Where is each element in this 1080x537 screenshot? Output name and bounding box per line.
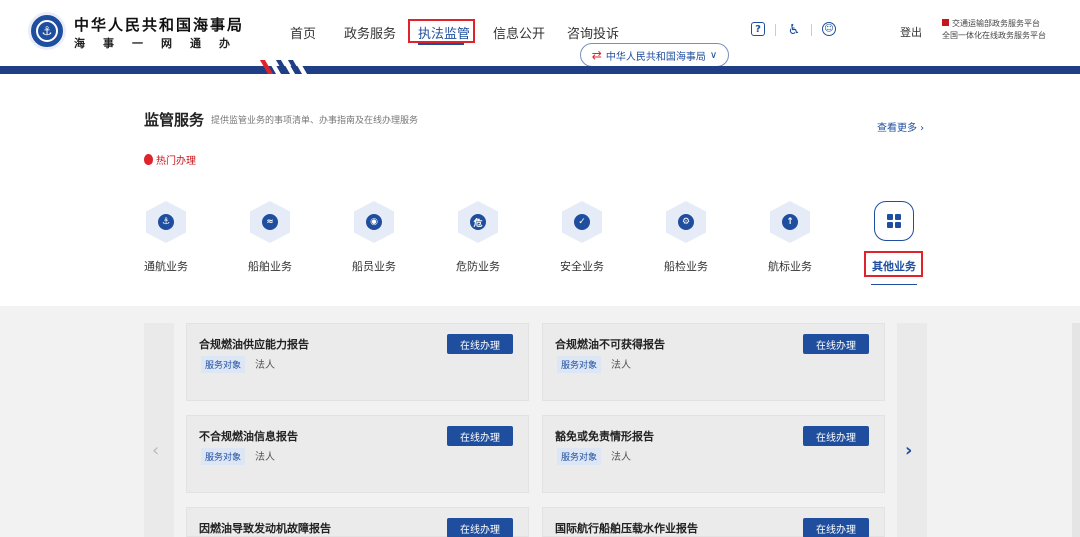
swap-icon: ⇄: [591, 48, 602, 62]
online-apply-button[interactable]: 在线办理: [803, 426, 869, 446]
card-target: 法人: [611, 360, 631, 371]
nav-consultation-complaints[interactable]: 咨询投诉: [567, 23, 619, 42]
card-title[interactable]: 不合规燃油信息报告: [199, 428, 298, 444]
grid-icon: [874, 201, 914, 241]
service-card[interactable]: 因燃油导致发动机故障报告 在线办理: [186, 507, 529, 537]
section-description: 提供监管业务的事项清单、办事指南及在线办理服务: [211, 116, 419, 126]
card-target: 法人: [611, 452, 631, 463]
divider: [811, 24, 812, 36]
service-card[interactable]: 合规燃油不可获得报告 服务对象 法人 在线办理: [542, 323, 885, 401]
flame-icon: [144, 154, 153, 165]
help-icon[interactable]: ?: [751, 22, 765, 36]
msa-logo-icon[interactable]: ⚓: [28, 12, 66, 50]
nav-home[interactable]: 首页: [290, 23, 316, 42]
platform-line-2[interactable]: 全国一体化在线政务服务平台: [942, 30, 1046, 42]
nav-highlight-box: [408, 19, 475, 43]
chevron-left-icon[interactable]: ‹: [152, 440, 159, 461]
carousel-right-panel[interactable]: [897, 323, 927, 537]
site-header: ⚓ 中华人民共和国海事局 海事一网通办 首页 政务服务 执法监管 信息公开 咨询…: [0, 0, 1080, 67]
shield-check-icon: ✓: [562, 201, 602, 243]
card-title[interactable]: 豁免或免责情形报告: [555, 428, 654, 444]
red-square-icon: [942, 19, 949, 26]
nav-government-services[interactable]: 政务服务: [344, 23, 396, 42]
ship-inspection-icon: ⚙: [666, 201, 706, 243]
card-tag: 服务对象: [201, 356, 246, 373]
category-label: 航标业务: [768, 260, 812, 273]
nav-active-underline: [418, 43, 464, 45]
category-safety[interactable]: ✓ 安全业务: [552, 201, 612, 273]
online-apply-button[interactable]: 在线办理: [803, 334, 869, 354]
category-ship[interactable]: ≈ 船舶业务: [240, 201, 300, 273]
divider: [775, 24, 776, 36]
card-title[interactable]: 因燃油导致发动机故障报告: [199, 520, 331, 536]
category-ship-inspection[interactable]: ⚙ 船检业务: [656, 201, 716, 273]
card-tag: 服务对象: [557, 356, 602, 373]
platform-line-1[interactable]: 交通运输部政务服务平台: [952, 19, 1040, 28]
nav-information-disclosure[interactable]: 信息公开: [493, 23, 545, 42]
card-tag: 服务对象: [557, 448, 602, 465]
org-selector[interactable]: ⇄ 中华人民共和国海事局 ∨: [580, 43, 729, 67]
online-apply-button[interactable]: 在线办理: [447, 334, 513, 354]
card-tag: 服务对象: [201, 448, 246, 465]
category-label: 通航业务: [144, 260, 188, 273]
category-label: 船员业务: [352, 260, 396, 273]
accessibility-icon[interactable]: ♿: [786, 22, 802, 38]
category-navigation-aids[interactable]: ↑ 航标业务: [760, 201, 820, 273]
see-more-link[interactable]: 查看更多 ›: [877, 119, 924, 134]
platform-info[interactable]: 交通运输部政务服务平台 全国一体化在线政务服务平台: [942, 18, 1046, 42]
logout-link[interactable]: 登出: [900, 24, 922, 40]
site-title[interactable]: 中华人民共和国海事局: [74, 14, 244, 35]
service-card[interactable]: 豁免或免责情形报告 服务对象 法人 在线办理: [542, 415, 885, 493]
service-card[interactable]: 合规燃油供应能力报告 服务对象 法人 在线办理: [186, 323, 529, 401]
online-apply-button[interactable]: 在线办理: [803, 518, 869, 537]
service-card[interactable]: 不合规燃油信息报告 服务对象 法人 在线办理: [186, 415, 529, 493]
lighthouse-icon: ↑: [770, 201, 810, 243]
hazard-icon: 危: [458, 201, 498, 243]
online-apply-button[interactable]: 在线办理: [447, 518, 513, 537]
section-title: 监管服务: [144, 111, 205, 129]
category-crew[interactable]: ◉ 船员业务: [344, 201, 404, 273]
service-card[interactable]: 国际航行船舶压载水作业报告 在线办理: [542, 507, 885, 537]
category-highlight-box: [864, 251, 923, 277]
chevron-right-icon[interactable]: ›: [905, 440, 912, 461]
crew-icon: ◉: [354, 201, 394, 243]
hot-label: 热门办理: [144, 152, 196, 167]
category-label: 船检业务: [664, 260, 708, 273]
online-apply-button[interactable]: 在线办理: [447, 426, 513, 446]
user-icon[interactable]: ☺: [822, 22, 836, 36]
card-target: 法人: [255, 452, 275, 463]
band-stripes-decoration: [258, 60, 314, 74]
page-scrollbar[interactable]: [1072, 323, 1080, 537]
card-title[interactable]: 合规燃油供应能力报告: [199, 336, 309, 352]
category-navigation[interactable]: ⚓ 通航业务: [136, 201, 196, 273]
org-selector-label: 中华人民共和国海事局: [605, 51, 706, 63]
chevron-down-icon: ∨: [709, 49, 718, 61]
category-label: 安全业务: [560, 260, 604, 273]
header-band: [0, 66, 1080, 74]
carousel-left-panel[interactable]: [144, 323, 174, 537]
category-other[interactable]: 其他业务: [864, 201, 924, 273]
ship-icon: ≈: [250, 201, 290, 243]
category-label: 船舶业务: [248, 260, 292, 273]
anchor-icon: ⚓: [146, 201, 186, 243]
hot-label-text: 热门办理: [156, 156, 196, 167]
category-label: 危防业务: [456, 260, 500, 273]
card-target: 法人: [255, 360, 275, 371]
card-title[interactable]: 国际航行船舶压载水作业报告: [555, 520, 698, 536]
card-title[interactable]: 合规燃油不可获得报告: [555, 336, 665, 352]
category-hazard-prevention[interactable]: 危 危防业务: [448, 201, 508, 273]
category-active-underline: [871, 284, 917, 285]
site-subtitle: 海事一网通办: [74, 37, 248, 50]
